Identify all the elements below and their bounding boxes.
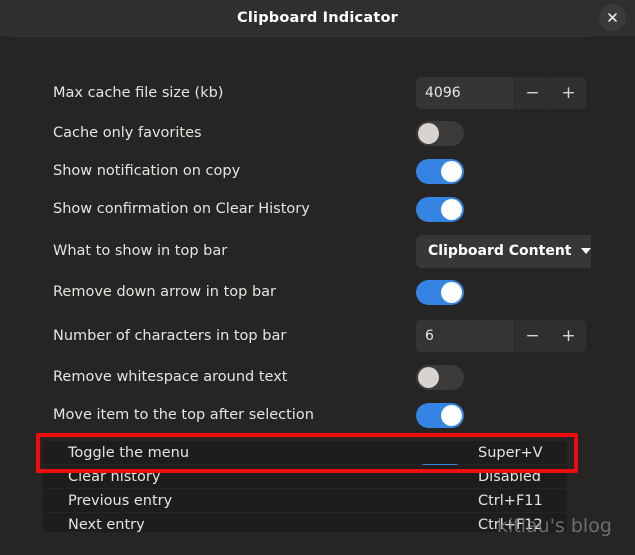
settings-row: What to show in top bar Clipboard Content xyxy=(10,232,591,270)
shortcut-name: Clear history xyxy=(68,468,161,485)
title-bar: Clipboard Indicator xyxy=(0,0,635,36)
toggle-switch[interactable] xyxy=(416,120,464,146)
shortcut-name: Toggle the menu xyxy=(68,444,190,461)
settings-row: Move item to the top after selection xyxy=(10,396,591,434)
settings-row: Remove down arrow in top bar xyxy=(10,273,591,311)
window-title: Clipboard Indicator xyxy=(237,10,398,26)
shortcut-row[interactable]: Clear history Disabled xyxy=(43,465,567,488)
shortcut-row[interactable]: Next entry Ctrl+F12 xyxy=(43,513,567,532)
content-top-divider xyxy=(10,36,591,37)
toggle-knob xyxy=(441,281,462,303)
preferences-content: Max cache file size (kb) 4096− + Cache only… xyxy=(10,36,591,532)
shortcut-name: Next entry xyxy=(68,516,145,533)
shortcut-name: Previous entry xyxy=(68,492,173,509)
settings-row-label: Show confirmation on Clear History xyxy=(53,201,310,217)
toggle-switch[interactable] xyxy=(416,279,464,305)
toggle-switch[interactable] xyxy=(416,364,464,390)
settings-row-label: Max cache file size (kb) xyxy=(53,85,224,101)
shortcut-row[interactable]: Toggle the menu Super+V xyxy=(43,441,567,464)
toggle-switch[interactable] xyxy=(416,158,464,184)
settings-row-label: Show notification on copy xyxy=(53,163,241,179)
close-icon xyxy=(606,11,619,24)
close-button[interactable] xyxy=(599,4,626,31)
spin-increment-button[interactable]: + xyxy=(550,77,586,109)
settings-row: Show notification on copy xyxy=(10,152,591,190)
settings-row: Max cache file size (kb) 4096− + xyxy=(10,74,591,112)
dropdown-button[interactable]: Clipboard Content xyxy=(416,234,591,268)
spin-decrement-button[interactable]: − xyxy=(514,77,550,109)
toggle-knob xyxy=(441,404,462,426)
settings-row-label: Move item to the top after selection xyxy=(53,407,314,423)
spin-button[interactable]: 6− + xyxy=(416,320,586,352)
spin-value-input[interactable]: 4096 xyxy=(416,77,514,109)
clipboard-indicator-prefs-window: Clipboard Indicator Max cache file size … xyxy=(0,0,635,555)
toggle-knob xyxy=(418,366,439,388)
shortcut-accelerator[interactable]: Super+V xyxy=(478,445,543,461)
watermark: kitlau's blog xyxy=(497,515,612,537)
settings-row-label: Number of characters in top bar xyxy=(53,328,287,344)
shortcut-accelerator[interactable]: Ctrl+F11 xyxy=(478,493,543,509)
settings-row-label: What to show in top bar xyxy=(53,243,228,259)
toggle-knob xyxy=(441,160,462,182)
shortcut-accelerator[interactable]: Disabled xyxy=(478,469,541,485)
toggle-switch[interactable] xyxy=(416,196,464,222)
shortcut-row[interactable]: Previous entry Ctrl+F11 xyxy=(43,489,567,512)
toggle-knob xyxy=(441,198,462,220)
settings-row-label: Remove whitespace around text xyxy=(53,369,288,385)
spin-button[interactable]: 4096− + xyxy=(416,77,586,109)
settings-row: Show confirmation on Clear History xyxy=(10,190,591,228)
settings-row-label: Cache only favorites xyxy=(53,125,202,141)
spin-decrement-button[interactable]: − xyxy=(514,320,550,352)
settings-row: Cache only favorites xyxy=(10,114,591,152)
spin-increment-button[interactable]: + xyxy=(550,320,586,352)
settings-row-label: Remove down arrow in top bar xyxy=(53,284,277,300)
settings-row: Number of characters in top bar 6− + xyxy=(10,317,591,355)
chevron-down-icon xyxy=(580,248,591,254)
toggle-switch[interactable] xyxy=(416,402,464,428)
toggle-knob xyxy=(418,122,439,144)
dropdown-selected-value: Clipboard Content xyxy=(428,243,572,259)
settings-row: Remove whitespace around text xyxy=(10,358,591,396)
spin-value-input[interactable]: 6 xyxy=(416,320,514,352)
